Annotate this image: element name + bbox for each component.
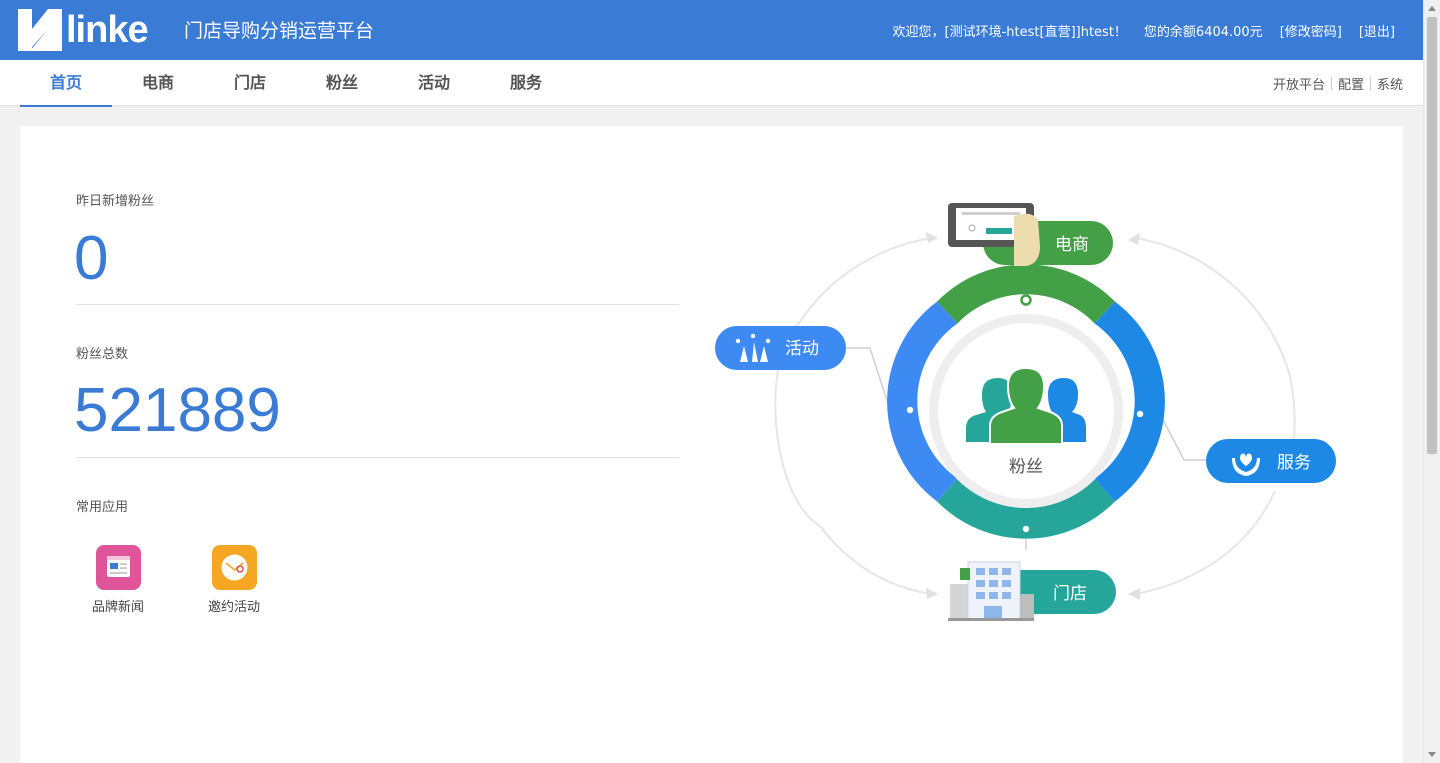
tab-activity[interactable]: 活动 xyxy=(388,60,480,106)
total-fans-value: 521889 xyxy=(74,376,281,445)
open-platform-link[interactable]: 开放平台 xyxy=(1273,74,1325,93)
node-ecommerce-label: 电商 xyxy=(1055,235,1089,255)
scroll-down-arrow-icon[interactable] xyxy=(1428,752,1436,757)
invite-mail-icon xyxy=(211,545,257,590)
node-store-label: 门店 xyxy=(1053,584,1087,604)
system-link[interactable]: 系统 xyxy=(1377,74,1403,93)
divider xyxy=(76,304,679,305)
user-area: 欢迎您，[测试环境-htest[直营]]htest！ 您的余额6404.00元 … xyxy=(876,0,1395,60)
nav-tabs: 首页 电商 门店 粉丝 活动 服务 xyxy=(20,60,572,107)
node-ecommerce[interactable]: 电商 xyxy=(948,203,1113,266)
balance-text: 您的余额6404.00元 xyxy=(1143,24,1263,40)
logout-link[interactable]: [退出] xyxy=(1359,21,1395,40)
nav-right-links: 开放平台 配置 系统 xyxy=(1273,60,1403,106)
ecosystem-diagram: 粉丝 电商 活动 服务 门店 xyxy=(715,203,1336,621)
dashboard-card: 昨日新增粉丝 0 粉丝总数 521889 常用应用 品牌新闻 邀约活动 粉丝 电… xyxy=(20,126,1403,763)
center-label: 粉丝 xyxy=(1009,457,1043,477)
scroll-up-arrow-icon[interactable] xyxy=(1428,6,1436,11)
node-service[interactable]: 服务 xyxy=(1206,439,1336,483)
platform-title: 门店导购分销运营平台 xyxy=(184,20,375,42)
change-password-link[interactable]: [修改密码] xyxy=(1280,21,1342,40)
news-icon xyxy=(95,545,141,590)
welcome-text: 欢迎您，[测试环境-htest[直营]]htest！ xyxy=(892,24,1127,40)
total-fans-label: 粉丝总数 xyxy=(76,347,129,362)
divider xyxy=(1369,76,1371,90)
app-invite-activity[interactable]: 邀约活动 xyxy=(184,545,284,615)
divider xyxy=(76,457,679,458)
node-service-label: 服务 xyxy=(1277,453,1311,473)
tab-ecommerce[interactable]: 电商 xyxy=(112,60,204,106)
tab-service[interactable]: 服务 xyxy=(480,60,572,106)
main-nav: 首页 电商 门店 粉丝 活动 服务 开放平台 配置 系统 xyxy=(0,60,1423,107)
divider xyxy=(1330,76,1332,90)
yesterday-new-fans-label: 昨日新增粉丝 xyxy=(76,194,155,209)
app-brand-news[interactable]: 品牌新闻 xyxy=(68,545,168,615)
yesterday-new-fans-value: 0 xyxy=(74,224,109,293)
tab-fans[interactable]: 粉丝 xyxy=(296,60,388,106)
app-label: 品牌新闻 xyxy=(91,600,144,615)
common-apps-label: 常用应用 xyxy=(76,500,129,515)
config-link[interactable]: 配置 xyxy=(1338,74,1364,93)
node-activity-label: 活动 xyxy=(785,339,819,359)
tab-store[interactable]: 门店 xyxy=(204,60,296,106)
node-store[interactable]: 门店 xyxy=(948,561,1116,621)
logo-mark-icon xyxy=(18,9,62,51)
top-header: linke 门店导购分销运营平台 欢迎您，[测试环境-htest[直营]]hte… xyxy=(0,0,1423,60)
logo: linke xyxy=(18,8,149,52)
node-activity[interactable]: 活动 xyxy=(715,326,846,370)
app-label: 邀约活动 xyxy=(207,600,260,615)
logo-text: linke xyxy=(66,9,149,51)
page-scrollbar[interactable] xyxy=(1423,0,1440,763)
scroll-thumb[interactable] xyxy=(1427,17,1437,454)
tab-home[interactable]: 首页 xyxy=(20,60,112,107)
